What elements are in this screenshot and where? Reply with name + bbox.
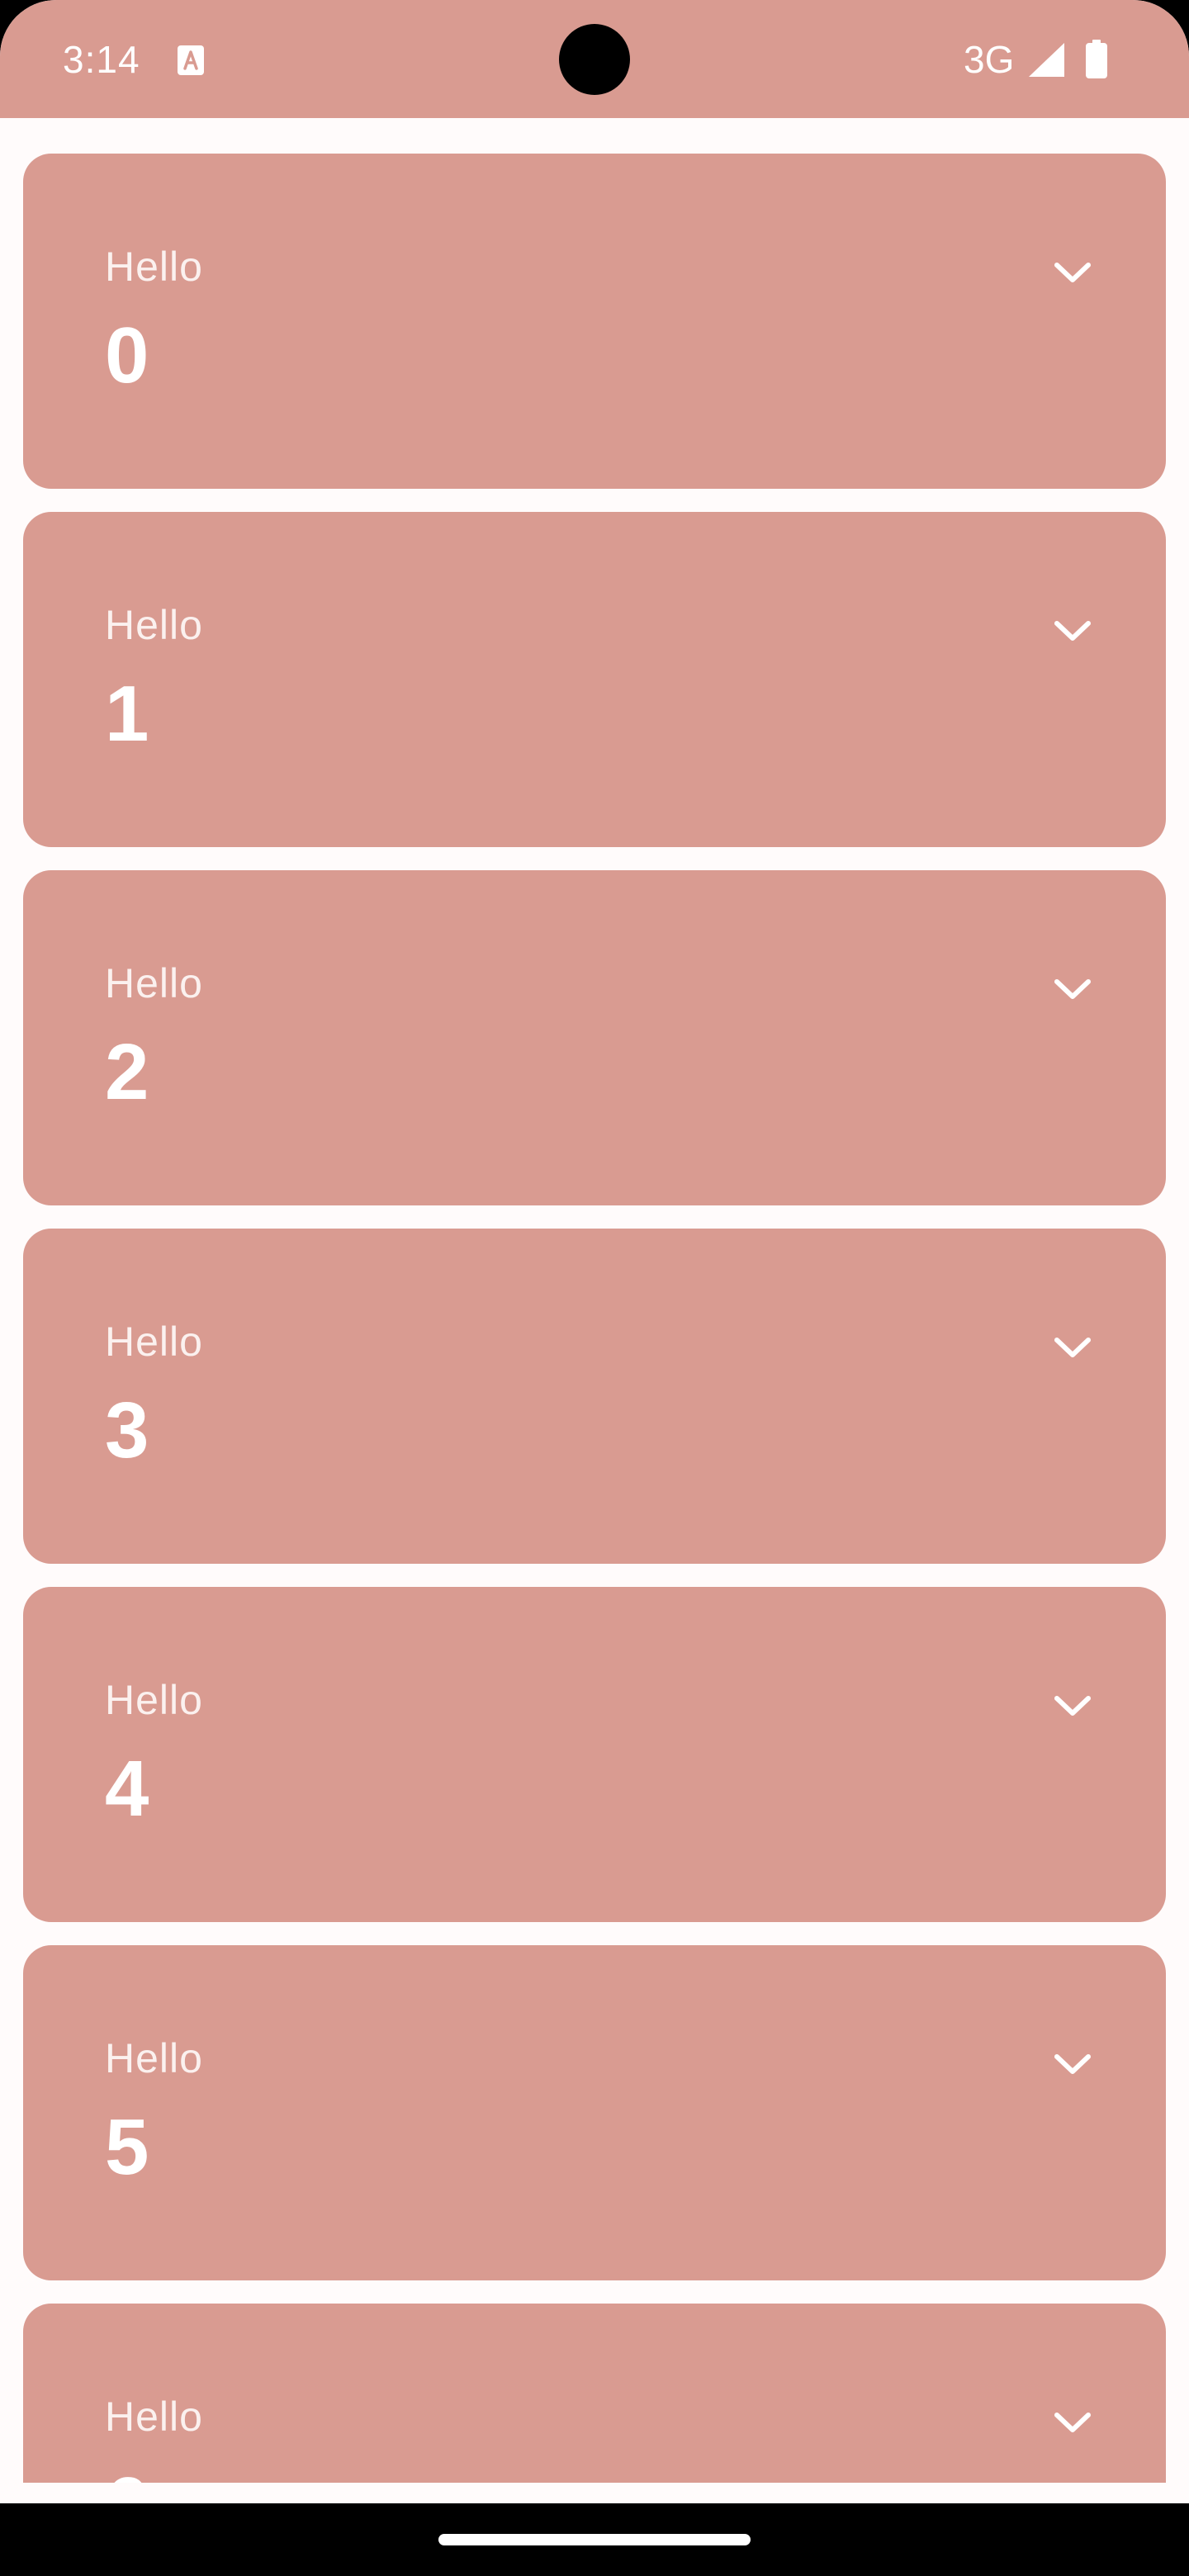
hello-card-list[interactable]: Hello 0 Hello 1 Hello 2 Hello 3 Hello 4 … xyxy=(0,118,1189,2483)
card-value: 2 xyxy=(105,1028,149,1116)
hello-card-6[interactable]: Hello 6 xyxy=(23,2304,1166,2483)
chevron-down-icon[interactable] xyxy=(1052,610,1093,651)
signal-icon xyxy=(1029,43,1064,77)
hello-card-5[interactable]: Hello 5 xyxy=(23,1945,1166,2280)
card-title: Hello xyxy=(105,2035,203,2081)
card-value: 0 xyxy=(105,311,149,400)
hello-card-3[interactable]: Hello 3 xyxy=(23,1229,1166,1564)
status-time: 3:14 xyxy=(63,38,140,81)
hello-card-2[interactable]: Hello 2 xyxy=(23,870,1166,1205)
hello-card-1[interactable]: Hello 1 xyxy=(23,512,1166,847)
app-notification-icon xyxy=(178,45,204,75)
card-value: 3 xyxy=(105,1386,149,1475)
card-value: 1 xyxy=(105,670,149,758)
card-title: Hello xyxy=(105,244,203,290)
chevron-down-icon[interactable] xyxy=(1052,2043,1093,2085)
card-title: Hello xyxy=(105,602,203,648)
card-value: 4 xyxy=(105,1745,149,1833)
battery-icon xyxy=(1086,40,1107,78)
hello-card-4[interactable]: Hello 4 xyxy=(23,1587,1166,1922)
hello-card-0[interactable]: Hello 0 xyxy=(23,154,1166,489)
network-type: 3G xyxy=(964,38,1015,81)
card-value: 6 xyxy=(105,2460,149,2483)
card-title: Hello xyxy=(105,960,203,1006)
chevron-down-icon[interactable] xyxy=(1052,968,1093,1010)
app-screen: 3:14 3G Hello 0 Hello 1 Hello 2 Hello 3 … xyxy=(0,0,1189,2503)
chevron-down-icon[interactable] xyxy=(1052,1327,1093,1368)
card-title: Hello xyxy=(105,1677,203,1723)
chevron-down-icon[interactable] xyxy=(1052,252,1093,293)
front-camera xyxy=(559,24,630,95)
card-title: Hello xyxy=(105,2394,203,2440)
card-title: Hello xyxy=(105,1319,203,1365)
chevron-down-icon[interactable] xyxy=(1052,1685,1093,1726)
chevron-down-icon[interactable] xyxy=(1052,2402,1093,2443)
card-value: 5 xyxy=(105,2103,149,2191)
status-bar: 3:14 3G xyxy=(0,0,1189,118)
gesture-navigation-handle[interactable] xyxy=(438,2534,751,2545)
